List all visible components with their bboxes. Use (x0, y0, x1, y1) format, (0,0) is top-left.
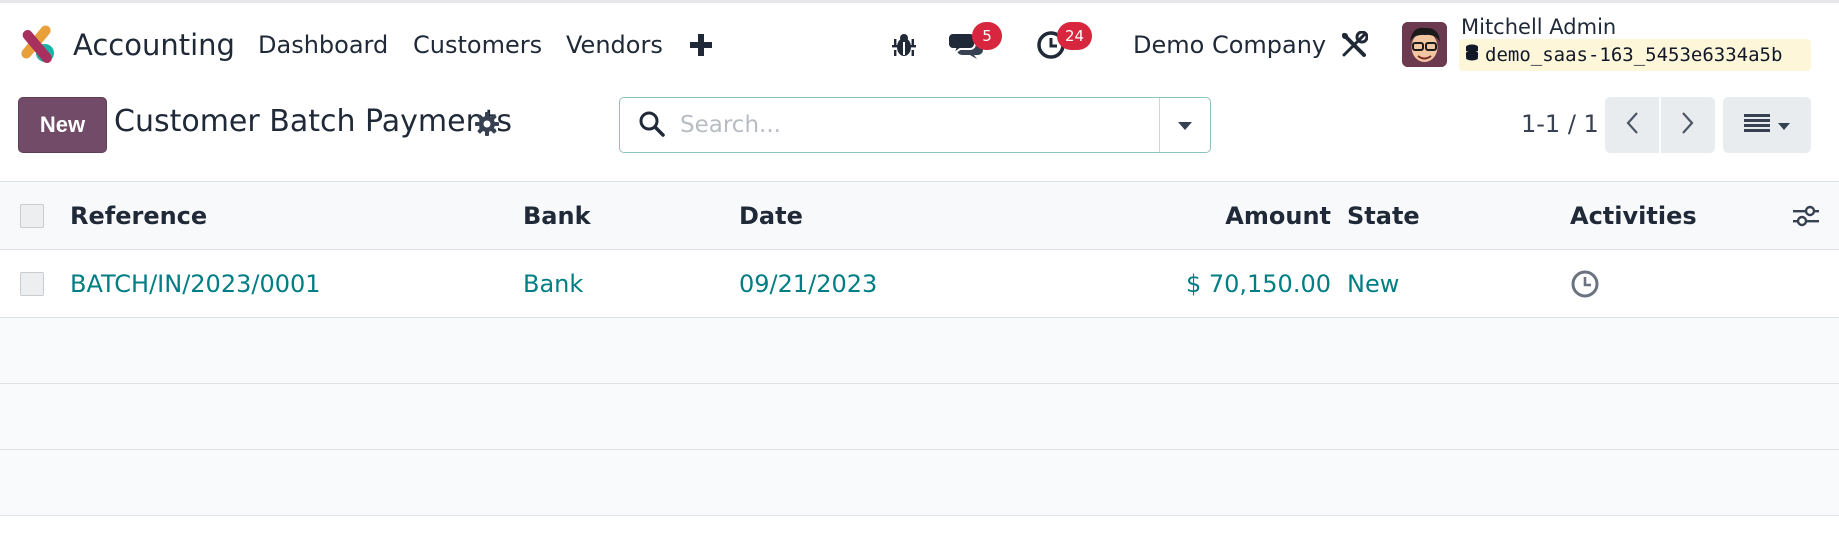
menu-dashboard[interactable]: Dashboard (258, 3, 388, 87)
list-table: Reference Bank Date Amount State Activit… (0, 181, 1839, 516)
empty-row (0, 318, 1839, 384)
database-chip: demo_saas-163_5453e6334a5b (1459, 39, 1811, 71)
row-checkbox[interactable] (20, 272, 44, 296)
search-box (619, 97, 1211, 153)
column-header-state[interactable]: State (1347, 182, 1420, 250)
cell-date[interactable]: 09/21/2023 (739, 250, 877, 317)
new-button[interactable]: New (18, 97, 107, 153)
app-logo-icon[interactable] (18, 3, 56, 87)
view-switcher-button[interactable] (1723, 97, 1811, 153)
optional-columns-sliders-icon[interactable] (1793, 182, 1819, 250)
page-title: Customer Batch Payments (114, 104, 512, 139)
table-row[interactable]: BATCH/IN/2023/0001 Bank 09/21/2023 $ 70,… (0, 250, 1839, 318)
list-view-icon (1744, 112, 1770, 138)
chevron-right-icon (1681, 111, 1695, 139)
user-name[interactable]: Mitchell Admin (1461, 15, 1616, 39)
search-icon (638, 110, 666, 142)
column-header-date[interactable]: Date (739, 182, 803, 250)
column-header-reference[interactable]: Reference (70, 182, 207, 250)
empty-row (0, 384, 1839, 450)
menu-vendors[interactable]: Vendors (566, 3, 663, 87)
select-all-checkbox[interactable] (20, 204, 44, 228)
column-header-bank[interactable]: Bank (523, 182, 591, 250)
pager-previous-button[interactable] (1605, 97, 1659, 153)
plus-icon[interactable] (690, 3, 712, 87)
search-input[interactable] (680, 98, 1175, 152)
menu-customers[interactable]: Customers (413, 3, 542, 87)
caret-down-icon (1178, 116, 1192, 135)
gear-icon[interactable] (475, 112, 499, 140)
table-header: Reference Bank Date Amount State Activit… (0, 181, 1839, 250)
chevron-left-icon (1625, 111, 1639, 139)
search-options-toggle[interactable] (1159, 98, 1210, 152)
user-avatar[interactable] (1402, 22, 1447, 67)
settings-tools-icon[interactable] (1340, 3, 1368, 87)
app-name[interactable]: Accounting (73, 3, 235, 87)
cell-reference[interactable]: BATCH/IN/2023/0001 (70, 250, 321, 317)
cell-bank[interactable]: Bank (523, 250, 583, 317)
activity-clock-icon[interactable] (1570, 250, 1600, 317)
column-header-amount[interactable]: Amount (1050, 182, 1331, 250)
pager-next-button[interactable] (1661, 97, 1715, 153)
top-navbar: Accounting Dashboard Customers Vendors 5… (0, 0, 1839, 84)
empty-row (0, 450, 1839, 516)
database-name: demo_saas-163_5453e6334a5b (1485, 44, 1783, 66)
company-switcher[interactable]: Demo Company (1133, 3, 1326, 87)
cell-state[interactable]: New (1347, 250, 1399, 317)
database-icon (1465, 44, 1479, 67)
pager-value[interactable]: 1-1 / 1 (1521, 110, 1599, 138)
caret-down-icon (1778, 116, 1790, 135)
debug-bug-icon[interactable] (892, 3, 916, 87)
messages-count-badge: 5 (972, 22, 1002, 50)
column-header-activities[interactable]: Activities (1570, 182, 1697, 250)
activities-count-badge: 24 (1057, 22, 1093, 50)
cell-amount[interactable]: $ 70,150.00 (1050, 250, 1331, 317)
